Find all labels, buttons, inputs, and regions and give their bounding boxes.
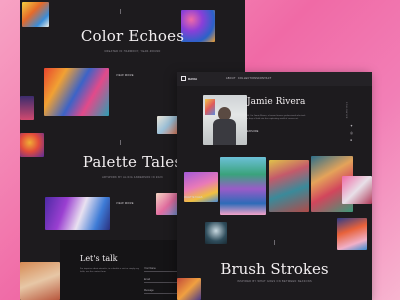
explore-link[interactable]: EXPLORE <box>247 130 258 133</box>
follow-label: FOLLOW ME <box>345 102 347 119</box>
artist-name: Jamie Rivera <box>247 97 306 107</box>
contact-title: Let's talk <box>80 254 118 263</box>
instagram-icon[interactable]: ◎ <box>350 131 353 135</box>
twitter-icon[interactable]: ✦ <box>350 124 353 128</box>
view-more-link[interactable]: VIEW MORE <box>116 202 134 205</box>
divider-mark <box>120 9 121 14</box>
artwork-thumbnail[interactable] <box>20 262 60 300</box>
contact-text: For inquiries about artworks, to schedul… <box>80 268 139 274</box>
section-title: Brush Strokes <box>220 260 329 278</box>
artist-photo <box>203 95 247 145</box>
divider-mark <box>120 140 121 145</box>
divider-mark <box>274 240 275 245</box>
artwork-thumbnail[interactable] <box>157 116 179 134</box>
artwork-featured[interactable] <box>44 68 109 116</box>
artwork-thumbnail[interactable] <box>342 176 372 204</box>
brand-name[interactable]: RAVIA <box>188 77 197 81</box>
front-page: RAVIA ABOUT COLLECTIONS CONTACT Jamie Ri… <box>177 72 372 300</box>
artist-bio: Hi, I'm Jamie Rivera, a former finance p… <box>247 115 306 121</box>
logo-icon[interactable] <box>181 76 186 81</box>
artwork-featured[interactable] <box>220 157 266 215</box>
top-nav: RAVIA ABOUT COLLECTIONS CONTACT <box>177 72 372 86</box>
section-title: Color Echoes <box>80 27 185 45</box>
nav-item-contact[interactable]: CONTACT <box>258 77 271 80</box>
view-more-link[interactable]: VIEW MORE <box>116 74 134 77</box>
artwork-thumbnail[interactable] <box>205 222 227 244</box>
nav-item-about[interactable]: ABOUT <box>226 77 236 80</box>
artwork-featured[interactable] <box>45 197 110 230</box>
section-subtitle: INSPIRED BY WHAT GOES ON BETWEEN SEASONS <box>236 280 313 283</box>
behance-icon[interactable]: ● <box>350 138 352 142</box>
section-subtitle: CREATED IN HARMONY, YEAR-ROUND <box>104 50 161 53</box>
gallery-caption: PALETTE TALES <box>184 196 203 199</box>
artwork-featured[interactable] <box>269 160 309 212</box>
email-field-label: Email <box>144 278 150 281</box>
artwork-thumbnail[interactable] <box>20 96 34 120</box>
nav-item-collections[interactable]: COLLECTIONS <box>238 77 258 80</box>
message-field-label: Message <box>144 289 154 292</box>
name-field-label: Your Name <box>144 267 156 270</box>
artwork-thumbnail[interactable] <box>337 218 367 250</box>
artwork-thumbnail[interactable] <box>22 2 49 27</box>
